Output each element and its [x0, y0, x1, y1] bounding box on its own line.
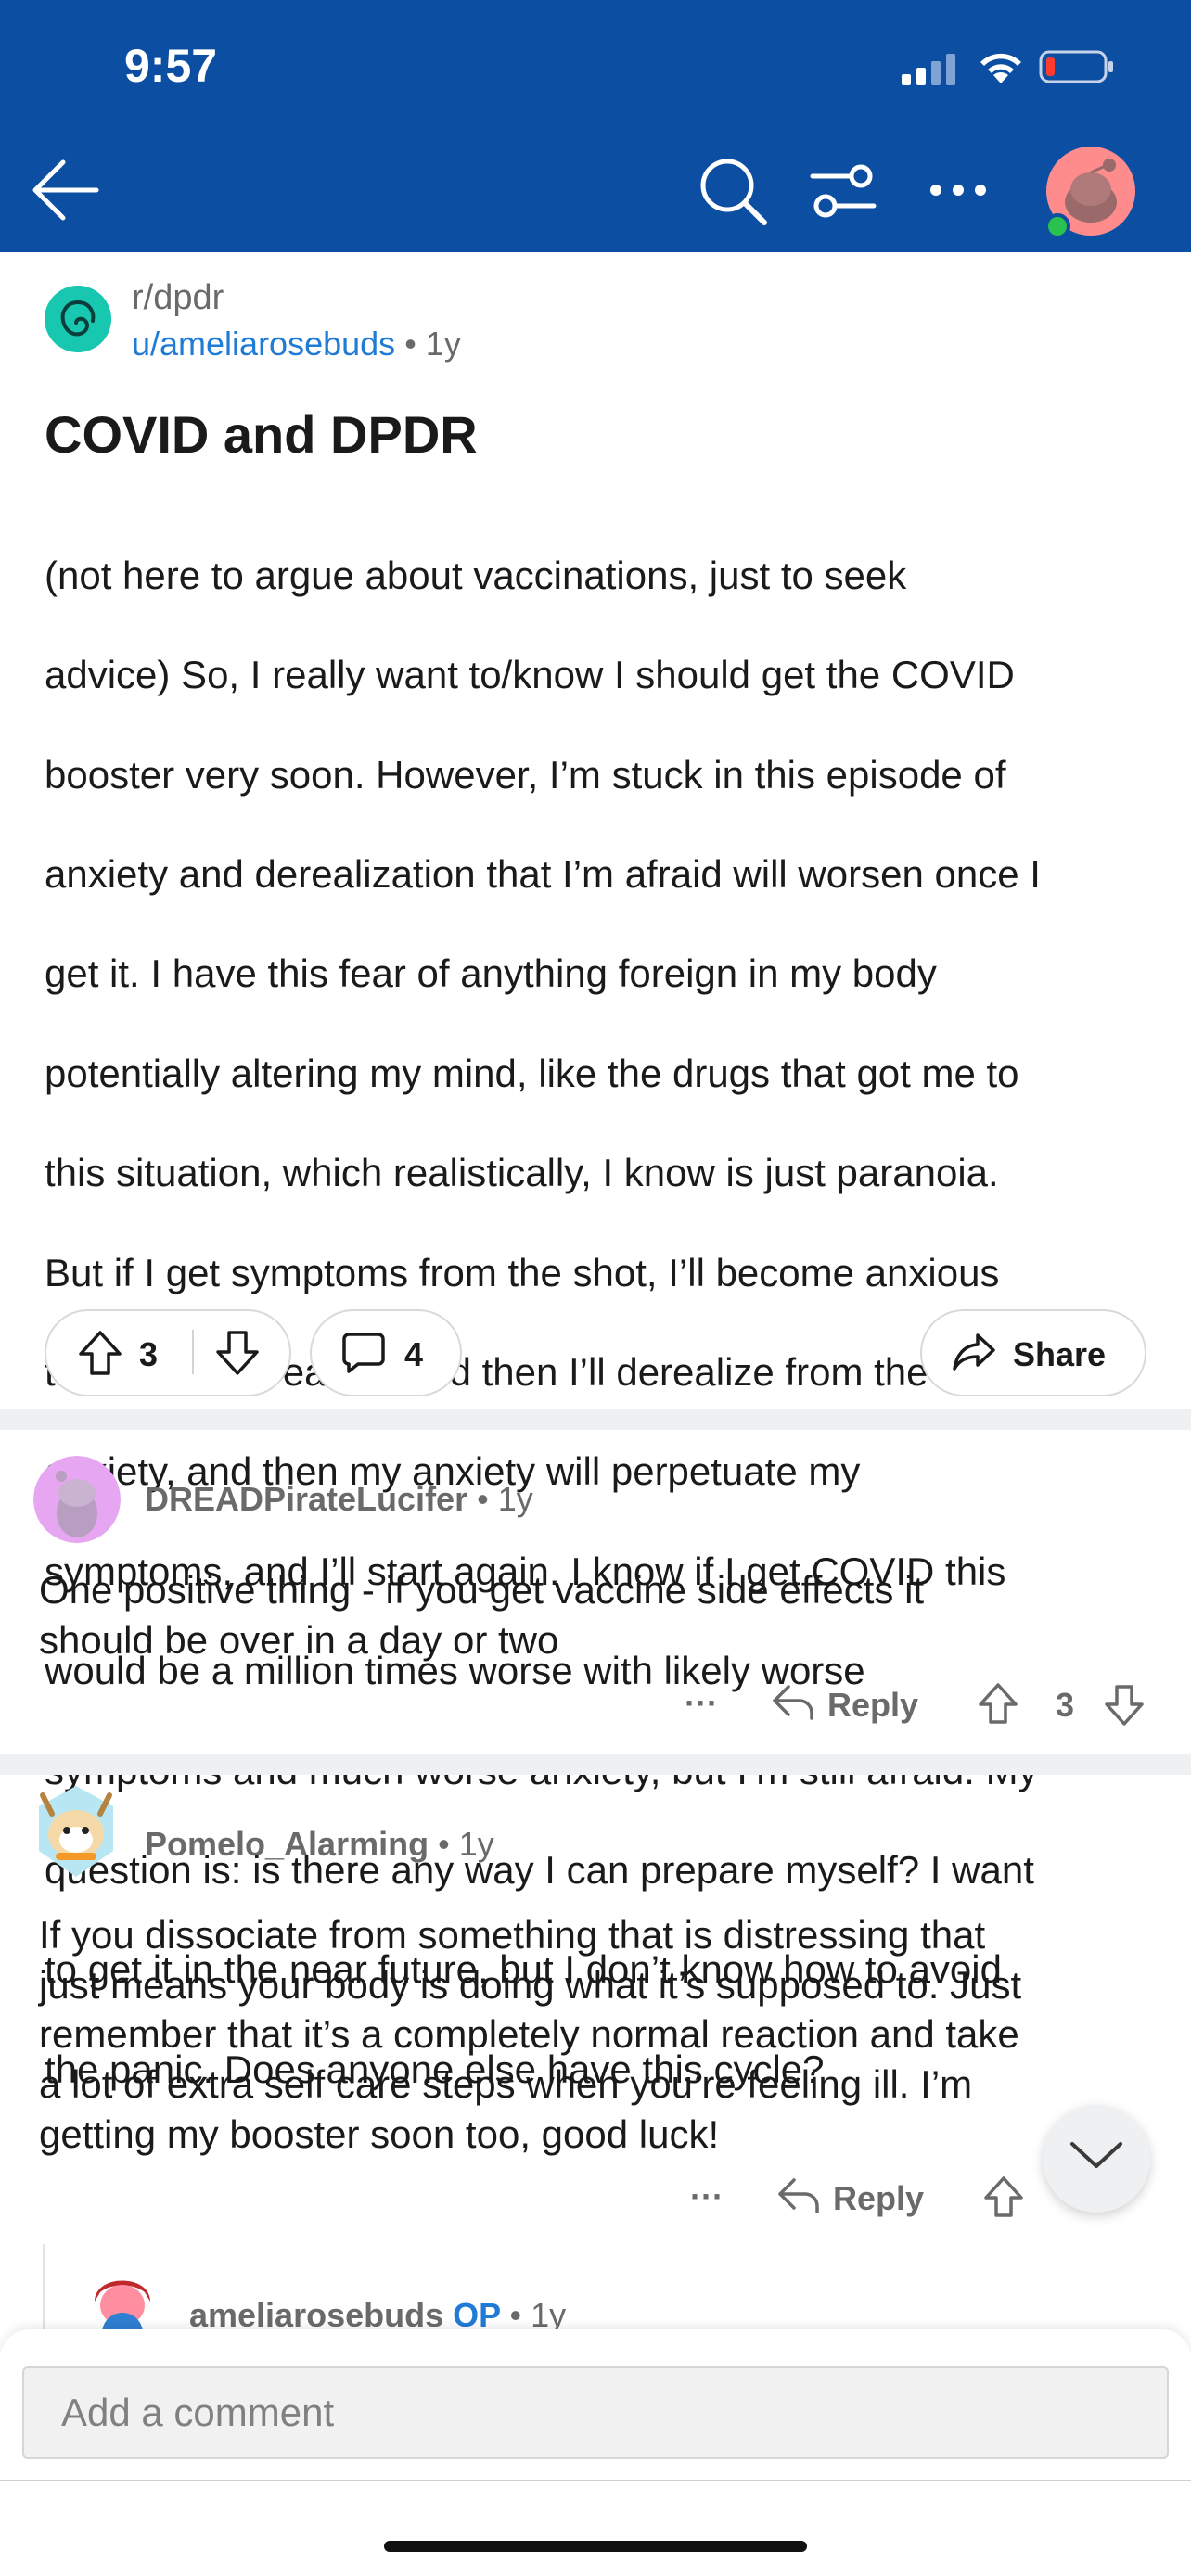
comment-body-line: If you dissociate from something that is… [39, 1913, 986, 1957]
share-arrow-icon [953, 1333, 995, 1371]
upvote-icon[interactable] [78, 1330, 122, 1376]
post-author[interactable]: u/ameliarosebuds [132, 325, 395, 363]
reply-arrow-icon[interactable] [772, 1684, 814, 1721]
post-body-line: advice) So, I really want to/know I shou… [45, 653, 1015, 697]
commenter-avatar[interactable] [33, 1456, 121, 1543]
post-body-line: (not here to argue about vaccinations, j… [45, 553, 907, 597]
comment-vote-count: 3 [1056, 1686, 1075, 1724]
cellular-signal-icon [902, 54, 955, 85]
comment-time: • 1y [509, 2296, 567, 2334]
post-body-line: get it. I have this fear of anything for… [45, 951, 937, 996]
back-arrow-icon[interactable] [32, 158, 100, 223]
comment-author: DREADPirateLucifer • 1y [145, 1480, 533, 1519]
subreddit-name[interactable]: r/dpdr [132, 278, 224, 318]
comment-more-button[interactable]: ··· [685, 1684, 718, 1723]
op-badge: OP [453, 2296, 501, 2334]
comments-button[interactable] [310, 1309, 462, 1396]
section-separator [0, 1754, 1191, 1775]
post-time: • 1y [404, 325, 461, 363]
subreddit-icon[interactable] [45, 286, 111, 352]
post-body-line: potentially altering my mind, like the d… [45, 1051, 1019, 1095]
comment-body-line: just means your body is doing what it’s … [39, 1962, 1022, 2007]
search-icon[interactable] [698, 156, 770, 228]
reply-arrow-icon[interactable] [777, 2177, 820, 2214]
battery-icon [1039, 50, 1113, 83]
share-label: Share [1013, 1335, 1107, 1373]
post-body-line: this situation, which realistically, I k… [45, 1151, 999, 1195]
comment-body-line: should be over in a day or two [39, 1617, 559, 1662]
chevron-down-icon [1070, 2142, 1122, 2168]
home-indicator[interactable] [384, 2541, 807, 2552]
commenter-avatar[interactable] [32, 1780, 121, 1882]
top-app-bar: 9:57 [0, 0, 1191, 252]
add-comment-input[interactable] [22, 2366, 1169, 2459]
comment-body: One positive thing - if you get vaccine … [39, 1565, 1152, 1664]
comment-body: If you dissociate from something that is… [39, 1910, 1152, 2160]
post-body-line: anxiety and derealization that I’m afrai… [45, 851, 1041, 896]
comment-body-line: One positive thing - if you get vaccine … [39, 1568, 925, 1612]
post-comment-count: 4 [404, 1335, 424, 1373]
thread-line [43, 2244, 45, 2337]
section-separator [0, 1409, 1191, 1430]
status-time: 9:57 [124, 40, 218, 92]
more-horizontal-icon[interactable] [929, 184, 987, 197]
comment-body-line: getting my booster soon too, good luck! [39, 2111, 720, 2156]
post-body-line: But if I get symptoms from the shot, I’l… [45, 1250, 1000, 1294]
comment-more-button[interactable]: ··· [690, 2177, 724, 2216]
comment-body-line: a lot of extra self care steps when you’… [39, 2062, 973, 2107]
post-vote-count: 3 [139, 1335, 159, 1373]
downvote-icon[interactable] [215, 1330, 260, 1376]
comment-body-line: remember that it’s a completely normal r… [39, 2012, 1019, 2057]
comment-username[interactable]: ameliarosebuds [189, 2296, 443, 2334]
wifi-icon [980, 53, 1021, 83]
reply-button[interactable]: Reply [827, 1686, 918, 1725]
comment-username[interactable]: DREADPirateLucifer [145, 1480, 467, 1518]
comment-author: Pomelo_Alarming • 1y [145, 1825, 494, 1864]
snoo-avatar-icon[interactable] [1043, 145, 1139, 241]
post-body-line: booster very soon. However, I’m stuck in… [45, 752, 1006, 797]
upvote-icon[interactable] [978, 1682, 1018, 1725]
comment-time: • 1y [438, 1825, 494, 1863]
sort-filter-icon[interactable] [809, 163, 877, 221]
composer-divider [0, 2480, 1191, 2481]
post-title: COVID and DPDR [45, 405, 478, 464]
comment-time: • 1y [477, 1480, 533, 1518]
comment-bubble-icon [342, 1333, 385, 1373]
reply-button[interactable]: Reply [833, 2179, 924, 2218]
post-author-line: u/ameliarosebuds • 1y [132, 325, 461, 363]
vote-divider [192, 1330, 194, 1374]
downvote-icon[interactable] [1104, 1684, 1145, 1727]
comment-username[interactable]: Pomelo_Alarming [145, 1825, 429, 1863]
upvote-icon[interactable] [983, 2175, 1024, 2218]
